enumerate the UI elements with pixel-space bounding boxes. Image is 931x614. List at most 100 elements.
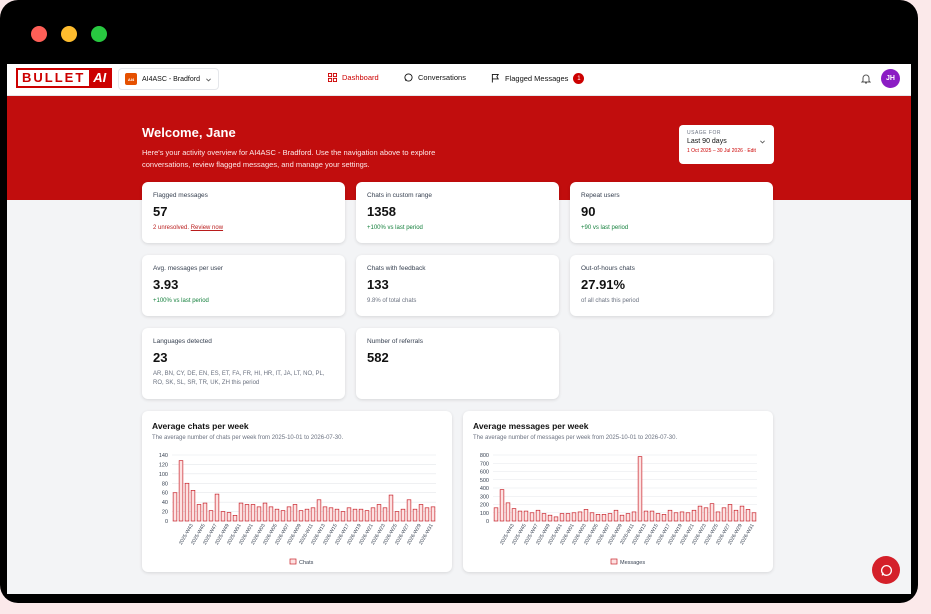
stat-card-chats: Chats in custom range 1358 +100% vs last… [356,182,559,243]
y-tick-label: 140 [159,453,168,459]
usage-label: USAGE FOR [687,130,721,136]
chat-bubble-icon [880,564,892,576]
stat-note: 9.8% of total chats [367,298,417,304]
bar [184,482,190,522]
stat-label: Repeat users [581,192,620,199]
stat-note: +100% vs last period [367,225,423,231]
stat-note: +90 vs last period [581,225,629,231]
bar [346,507,352,522]
bar [178,460,184,522]
bar [334,508,340,522]
review-now-link[interactable]: Review now [191,225,223,231]
bar [220,511,226,522]
bar [292,504,298,522]
nav-flagged-messages[interactable]: Flagged Messages 1 [491,73,585,84]
bar [607,513,613,522]
languages-list: AR, BN, CY, DE, EN, ES, ET, FA, FR, HI, … [153,371,325,386]
bar [697,505,703,522]
bar [322,506,328,522]
bar [505,502,511,522]
bar [493,507,499,522]
welcome-subtitle: Here's your activity overview for AI4ASC… [142,148,436,169]
bullet-ai-logo[interactable]: BULLET AI [16,68,113,88]
app-window: BULLET AI AI4 AI4ASC - Bradford Dashboar… [0,0,918,603]
bar [298,510,304,522]
chart-subtitle: The average number of chats per week fro… [152,435,344,441]
bar [196,504,202,522]
org-selector[interactable]: AI4 AI4ASC - Bradford [118,68,219,90]
bar [376,504,382,522]
logo-text-1: BULLET [18,70,90,86]
stat-card-languages: Languages detected 23 AR, BN, CY, DE, EN… [142,328,345,399]
bar [394,511,400,522]
bar [226,512,232,522]
bar [673,512,679,522]
bar [655,513,661,522]
minimize-window-button[interactable] [61,26,77,42]
bar [400,508,406,522]
chevron-down-icon [206,78,211,81]
bar [553,516,559,522]
y-tick-label: 400 [480,486,489,492]
bar [547,514,553,522]
bar [571,512,577,522]
y-tick-label: 120 [159,462,168,468]
usage-date-range[interactable]: 1 Oct 2025 – 30 Jul 2026 · Edit [687,148,766,154]
user-avatar[interactable]: JH [881,69,900,88]
nav-dashboard[interactable]: Dashboard [328,73,379,82]
chevron-down-icon [760,140,765,144]
bar [328,507,334,522]
y-tick-label: 100 [159,472,168,478]
close-window-button[interactable] [31,26,47,42]
bar [589,512,595,522]
bar [595,514,601,522]
legend-swatch [289,558,297,565]
bar [172,492,178,522]
y-tick-label: 100 [480,511,489,517]
chat-bubble-icon [404,73,413,82]
nav-dashboard-label: Dashboard [342,73,379,82]
stat-value: 3.93 [153,277,179,292]
org-name: AI4ASC - Bradford [142,75,200,83]
bar [559,513,565,522]
bar [280,510,286,522]
stat-card-referrals: Number of referrals 582 [356,328,559,399]
bar [637,456,643,522]
bell-icon[interactable] [861,73,871,84]
bar [370,507,376,522]
stat-card-feedback: Chats with feedback 133 9.8% of total ch… [356,255,559,316]
bar [565,513,571,522]
logo-text-2: AI [89,70,111,86]
stat-value: 23 [153,350,168,365]
welcome-title: Welcome, Jane [142,125,236,140]
bar [733,509,739,522]
bar [352,508,358,522]
usage-period-selector[interactable]: USAGE FOR Last 90 days 1 Oct 2025 – 30 J… [679,125,774,164]
bar [685,512,691,522]
support-chat-button[interactable] [872,556,900,584]
nav-conversations[interactable]: Conversations [404,73,466,82]
legend-label: Messages [620,560,645,566]
bar [619,514,625,522]
bar [274,508,280,522]
maximize-window-button[interactable] [91,26,107,42]
bar [583,509,589,522]
grid-icon [328,73,337,82]
stat-note: 2 unresolved. Review now [153,224,334,233]
stat-value: 1358 [367,204,396,219]
stat-label: Chats in custom range [367,192,433,199]
bar [232,514,238,522]
stat-label: Chats with feedback [367,265,426,272]
flag-icon [491,74,499,83]
bar [412,508,418,522]
bar [418,504,424,522]
bar [499,489,505,522]
y-tick-label: 200 [480,503,489,509]
bar [202,502,208,522]
bar [214,493,220,522]
bar [715,511,721,522]
chart-card-chats: Average chats per week The average numbe… [142,411,452,572]
legend-label: Chats [299,560,314,566]
y-tick-label: 800 [480,453,489,459]
y-tick-label: 20 [162,510,168,516]
